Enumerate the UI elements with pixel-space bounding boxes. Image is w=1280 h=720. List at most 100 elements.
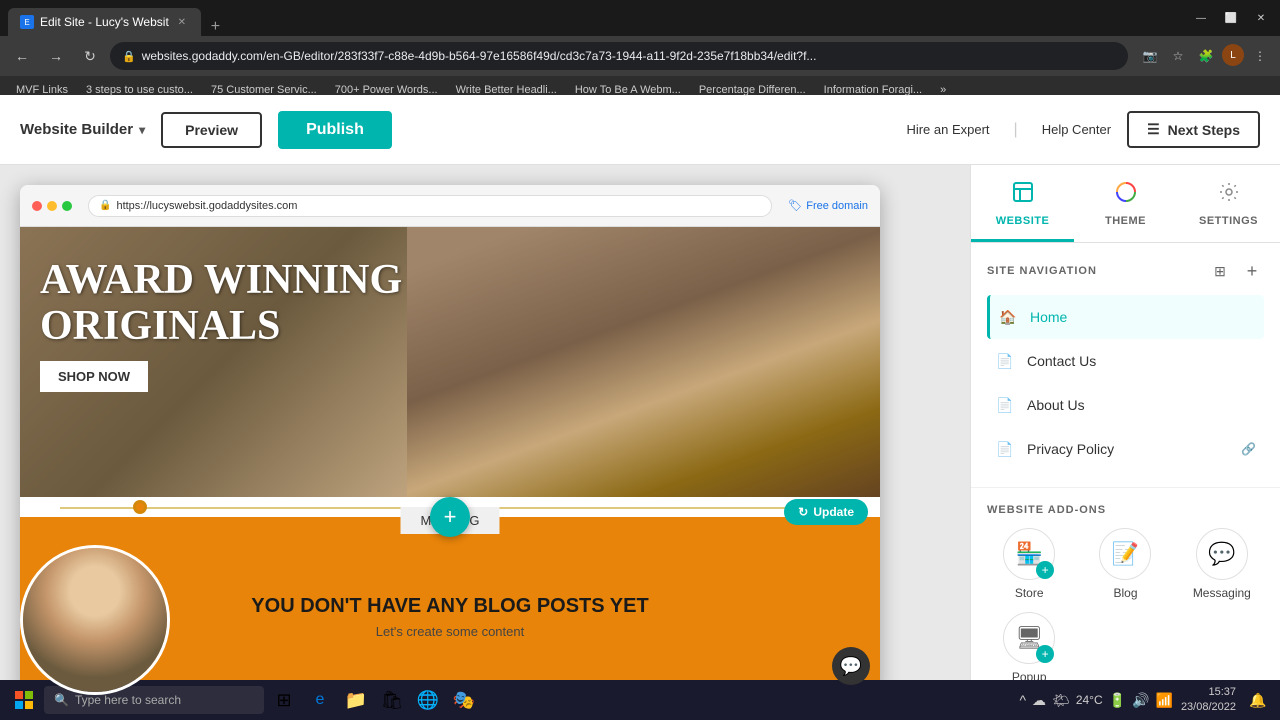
divider: | xyxy=(1014,121,1018,139)
popup-icon-wrap: 🖥 + xyxy=(1003,612,1055,664)
tab-settings-label: SETTINGS xyxy=(1199,215,1258,227)
taskbar-right: ^ ☁ 🌤 24°C 🔋 🔊 📶 15:37 23/08/2022 🔔 xyxy=(1019,685,1272,716)
bookmark-3steps[interactable]: 3 steps to use custo... xyxy=(78,82,201,98)
bookmark-star-icon[interactable]: ☆ xyxy=(1166,44,1190,68)
bookmark-mvf[interactable]: MVF Links xyxy=(8,82,76,98)
tray-network[interactable]: 📶 xyxy=(1156,692,1173,709)
tab-website[interactable]: WEBSITE xyxy=(971,165,1074,242)
taskbar-store[interactable]: 🛍 xyxy=(376,684,408,716)
dot-green xyxy=(62,201,72,211)
store-icon-wrap: 🏪 + xyxy=(1003,528,1055,580)
add-section-button[interactable]: + xyxy=(430,497,470,537)
taskbar-clock[interactable]: 15:37 23/08/2022 xyxy=(1181,685,1236,716)
tab-close-button[interactable]: ✕ xyxy=(175,15,189,29)
active-tab[interactable]: E Edit Site - Lucy's Websit ✕ xyxy=(8,8,201,36)
help-center-link[interactable]: Help Center xyxy=(1042,122,1111,137)
bookmark-700[interactable]: 700+ Power Words... xyxy=(327,82,446,98)
bookmark-write[interactable]: Write Better Headli... xyxy=(448,82,565,98)
dot-red xyxy=(32,201,42,211)
taskbar-edge[interactable]: e xyxy=(304,684,336,716)
tab-settings[interactable]: SETTINGS xyxy=(1177,165,1280,242)
store-label: Store xyxy=(1015,586,1044,600)
filter-icon[interactable]: ⊞ xyxy=(1208,259,1232,283)
tray-sound[interactable]: 🔊 xyxy=(1132,692,1149,709)
hero-overlay: AWARD WINNING ORIGINALS SHOP NOW xyxy=(20,227,880,497)
free-domain-badge[interactable]: 🏷 Free domain xyxy=(788,199,868,212)
addon-popup[interactable]: 🖥 + Popup xyxy=(987,612,1071,684)
update-badge[interactable]: ↻ Update xyxy=(784,499,868,525)
chevron-down-icon: ▾ xyxy=(139,123,145,137)
new-tab-button[interactable]: + xyxy=(205,18,226,36)
address-text: websites.godaddy.com/en-GB/editor/283f33… xyxy=(142,49,1116,63)
bookmark-more[interactable]: » xyxy=(932,82,954,98)
extensions-icon[interactable]: 🧩 xyxy=(1194,44,1218,68)
blog-empty-title: YOU DON'T HAVE ANY BLOG POSTS YET xyxy=(251,595,648,618)
chat-button[interactable]: 💬 xyxy=(832,647,870,685)
taskbar-files[interactable]: 📁 xyxy=(340,684,372,716)
start-button[interactable] xyxy=(8,684,40,716)
tab-label: Edit Site - Lucy's Websit xyxy=(40,15,169,29)
back-button[interactable]: ← xyxy=(8,42,36,70)
tray-weather[interactable]: 🌤 xyxy=(1052,692,1070,709)
page-icon-contact: 📄 xyxy=(995,351,1015,371)
tab-area: E Edit Site - Lucy's Websit ✕ + xyxy=(8,0,226,36)
profile-icon[interactable]: L xyxy=(1222,44,1244,66)
store-plus-icon: + xyxy=(1036,561,1054,579)
tab-theme[interactable]: THEME xyxy=(1074,165,1177,242)
shop-now-button[interactable]: SHOP NOW xyxy=(40,361,148,392)
address-bar[interactable]: 🔒 websites.godaddy.com/en-GB/editor/283f… xyxy=(110,42,1128,70)
screensaver-icon[interactable]: 📷 xyxy=(1138,44,1162,68)
blog-empty-message: YOU DON'T HAVE ANY BLOG POSTS YET Let's … xyxy=(251,595,648,639)
taskbar-task-view[interactable]: ⊞ xyxy=(268,684,300,716)
section-actions: ⊞ + xyxy=(1208,259,1264,283)
minimize-button[interactable]: — xyxy=(1190,7,1212,29)
taskbar: 🔍 Type here to search ⊞ e 📁 🛍 🌐 🎭 ^ ☁ 🌤 … xyxy=(0,680,1280,720)
close-button[interactable]: ✕ xyxy=(1250,7,1272,29)
right-panel: WEBSITE THEME SETTINGS SITE NAVIGATION ⊞ xyxy=(970,165,1280,720)
nav-item-contact-label: Contact Us xyxy=(1027,353,1256,369)
nav-item-home[interactable]: 🏠 Home xyxy=(987,295,1264,339)
menu-icon[interactable]: ⋮ xyxy=(1248,44,1272,68)
preview-button[interactable]: Preview xyxy=(161,112,262,148)
hero-title: AWARD WINNING ORIGINALS xyxy=(40,257,402,349)
preview-url-bar[interactable]: 🔒 https://lucyswebsit.godaddysites.com xyxy=(88,195,772,217)
addons-title: WEBSITE ADD-ONS xyxy=(987,504,1106,516)
taskbar-app5[interactable]: 🎭 xyxy=(448,684,480,716)
add-nav-item-button[interactable]: + xyxy=(1240,259,1264,283)
nav-item-privacy-label: Privacy Policy xyxy=(1027,441,1229,457)
lock-icon-privacy: 🔗 xyxy=(1241,442,1256,456)
page-icon-about: 📄 xyxy=(995,395,1015,415)
refresh-button[interactable]: ↻ xyxy=(76,42,104,70)
settings-icon xyxy=(1218,181,1240,209)
bookmark-75[interactable]: 75 Customer Servic... xyxy=(203,82,325,98)
blog-label: Blog xyxy=(1113,586,1137,600)
addon-messaging[interactable]: 💬 Messaging xyxy=(1180,528,1264,600)
navigation-bar: ← → ↻ 🔒 websites.godaddy.com/en-GB/edito… xyxy=(0,36,1280,76)
bookmark-percent[interactable]: Percentage Differen... xyxy=(691,82,814,98)
addon-blog[interactable]: 📝 Blog xyxy=(1083,528,1167,600)
nav-item-contact[interactable]: 📄 Contact Us xyxy=(987,339,1264,383)
nav-item-about[interactable]: 📄 About Us xyxy=(987,383,1264,427)
tray-battery[interactable]: 🔋 xyxy=(1109,692,1126,709)
lock-icon: 🔒 xyxy=(99,200,111,211)
bookmark-webm[interactable]: How To Be A Webm... xyxy=(567,82,689,98)
website-builder-label[interactable]: Website Builder ▾ xyxy=(20,121,145,138)
tray-chevron[interactable]: ^ xyxy=(1019,692,1026,708)
nav-item-privacy[interactable]: 📄 Privacy Policy 🔗 xyxy=(987,427,1264,471)
blog-icon-wrap: 📝 xyxy=(1099,528,1151,580)
taskbar-chrome[interactable]: 🌐 xyxy=(412,684,444,716)
person-silhouette xyxy=(23,548,167,692)
taskbar-search-icon: 🔍 xyxy=(54,693,69,707)
notification-button[interactable]: 🔔 xyxy=(1244,686,1272,714)
maximize-button[interactable]: ⬜ xyxy=(1220,7,1242,29)
hire-expert-link[interactable]: Hire an Expert xyxy=(906,122,989,137)
browser-preview: 🔒 https://lucyswebsit.godaddysites.com 🏷… xyxy=(20,185,880,695)
publish-button[interactable]: Publish xyxy=(278,111,392,149)
next-steps-button[interactable]: ☰ Next Steps xyxy=(1127,111,1260,148)
canvas-area: 🔒 https://lucyswebsit.godaddysites.com 🏷… xyxy=(0,165,970,720)
addon-store[interactable]: 🏪 + Store xyxy=(987,528,1071,600)
bookmark-info[interactable]: Information Foragi... xyxy=(816,82,930,98)
tray-cloud[interactable]: ☁ xyxy=(1032,692,1046,709)
timeline-dot xyxy=(133,500,147,514)
forward-button[interactable]: → xyxy=(42,42,70,70)
